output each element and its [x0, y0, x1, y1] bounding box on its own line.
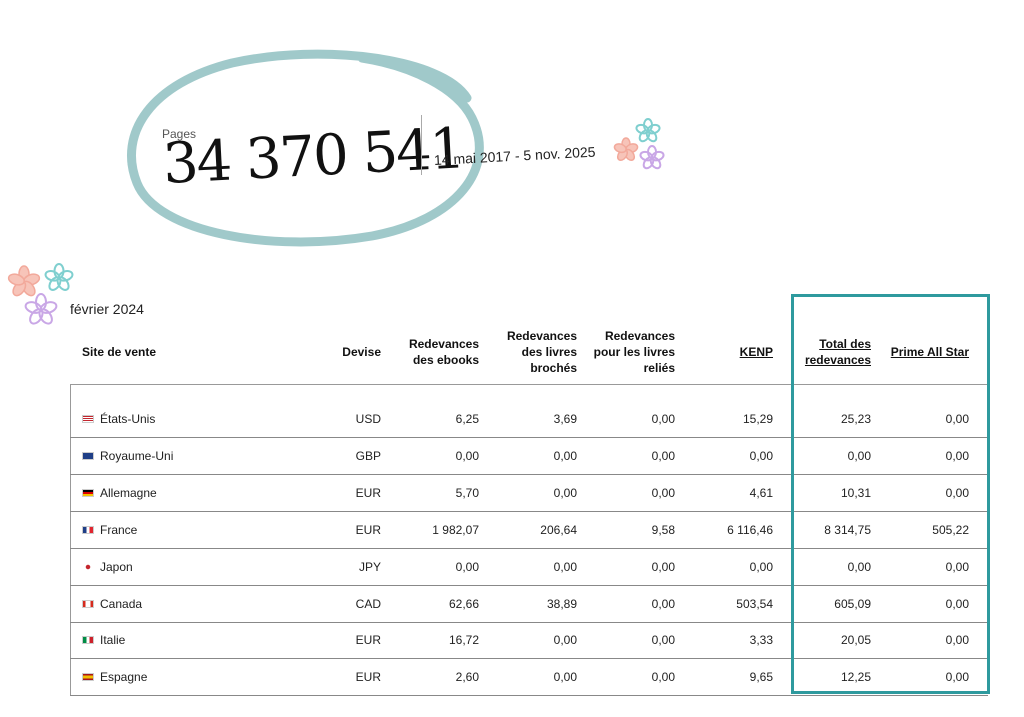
cell-hardcover: 0,00	[651, 412, 675, 426]
header-site: Site de vente	[82, 345, 157, 359]
cell-kenp: 9,65	[749, 670, 773, 685]
header-paperback: Redevances des livres brochés	[506, 329, 577, 375]
cell-kenp: 3,33	[749, 633, 773, 648]
cell-site-label: France	[100, 522, 138, 537]
cell-kenp: 0,00	[749, 559, 773, 574]
us-flag-icon	[82, 415, 94, 423]
cell-ebooks: 16,72	[448, 633, 479, 648]
it-flag-icon	[82, 636, 94, 645]
cell-kenp: 4,61	[749, 485, 773, 500]
fr-flag-icon	[82, 525, 94, 534]
header-ebooks: Redevances des ebooks	[408, 337, 479, 367]
cell-paperback: 0,00	[553, 633, 577, 648]
cell-hardcover: 0,00	[651, 448, 675, 463]
cell-paperback: 206,64	[540, 522, 577, 537]
es-flag-icon	[82, 673, 94, 682]
cell-site: Allemagne	[82, 486, 157, 500]
cell-site: Italie	[82, 633, 125, 647]
cell-currency: EUR	[355, 670, 381, 685]
cell-currency: EUR	[355, 485, 381, 500]
de-flag-icon	[82, 488, 94, 497]
cell-currency: GBP	[355, 448, 381, 463]
month-label: février 2024	[70, 301, 144, 317]
cell-paperback: 0,00	[553, 485, 577, 500]
cell-ebooks: 2,60	[455, 670, 479, 685]
header-currency: Devise	[342, 345, 381, 359]
cell-site-label: États-Unis	[100, 412, 156, 426]
cell-site-label: Allemagne	[100, 485, 157, 500]
cell-currency: USD	[355, 412, 381, 426]
cell-site: Canada	[82, 597, 142, 611]
flowers-top-icon	[613, 118, 665, 170]
cell-hardcover: 9,58	[651, 522, 675, 537]
cell-site-label: Italie	[100, 633, 126, 648]
cell-ebooks: 62,66	[448, 596, 479, 611]
cell-kenp: 0,00	[749, 448, 773, 463]
cell-kenp: 6 116,46	[727, 522, 773, 537]
highlight-box	[791, 294, 990, 694]
cell-currency: CAD	[355, 596, 381, 611]
cell-site: Royaume-Uni	[82, 449, 173, 463]
cell-hardcover: 0,00	[651, 633, 675, 648]
row-separator	[70, 695, 988, 697]
cell-ebooks: 0,00	[455, 559, 479, 574]
cell-site-label: Canada	[100, 596, 143, 611]
cell-hardcover: 0,00	[651, 670, 675, 685]
divider	[421, 115, 422, 175]
pages-count: 34 370 541	[161, 116, 465, 197]
cell-site-label: Espagne	[100, 670, 148, 685]
cell-site-label: Japon	[100, 559, 133, 574]
cell-paperback: 0,00	[553, 448, 577, 463]
cell-site: France	[82, 523, 137, 537]
cell-site: Espagne	[82, 670, 147, 684]
cell-site: Japon	[82, 560, 133, 574]
uk-flag-icon	[82, 451, 94, 460]
cell-hardcover: 0,00	[651, 485, 675, 500]
header-kenp[interactable]: KENP	[700, 344, 773, 360]
cell-ebooks: 1 982,07	[432, 522, 479, 537]
cell-ebooks: 0,00	[455, 448, 479, 463]
cell-ebooks: 6,25	[455, 412, 479, 426]
cell-hardcover: 0,00	[651, 559, 675, 574]
header-hardcover: Redevances pour les livres reliés	[593, 329, 675, 375]
cell-currency: EUR	[355, 633, 381, 648]
ca-flag-icon	[82, 599, 94, 608]
jp-flag-icon	[82, 562, 94, 571]
cell-kenp: 503,54	[736, 596, 773, 611]
cell-paperback: 0,00	[553, 670, 577, 685]
cell-currency: JPY	[358, 559, 381, 574]
cell-paperback: 38,89	[546, 596, 577, 611]
cell-site-label: Royaume-Uni	[100, 448, 174, 463]
cell-paperback: 3,69	[553, 412, 577, 426]
cell-site: États-Unis	[82, 412, 155, 426]
cell-paperback: 0,00	[553, 559, 577, 574]
cell-kenp: 15,29	[742, 412, 773, 426]
flowers-left-icon	[7, 263, 74, 325]
cell-hardcover: 0,00	[651, 596, 675, 611]
cell-ebooks: 5,70	[455, 485, 479, 500]
cell-currency: EUR	[355, 522, 381, 537]
